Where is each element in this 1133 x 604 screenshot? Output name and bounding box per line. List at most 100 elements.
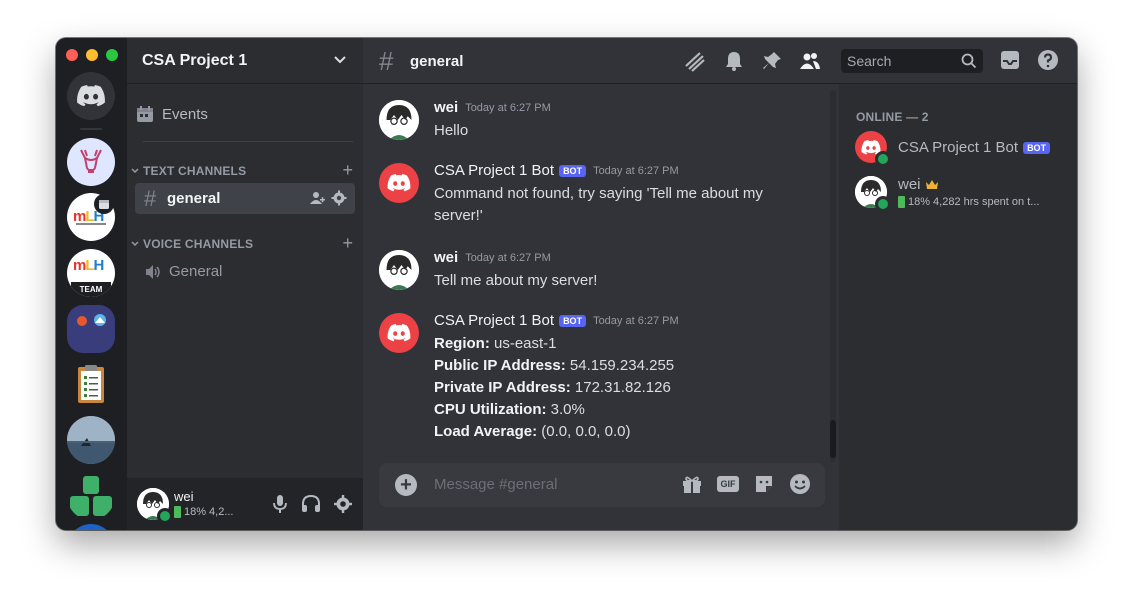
discord-logo-icon: [387, 174, 411, 192]
server-art[interactable]: [67, 305, 115, 353]
message-header: CSA Project 1 Bot BOT Today at 6:27 PM: [434, 312, 679, 329]
server-field-region: Region: us-east-1: [434, 333, 794, 355]
calendar-icon: [137, 106, 153, 122]
threads-icon[interactable]: [683, 50, 707, 72]
channel-general-text[interactable]: # general: [135, 183, 355, 214]
category-text-channels[interactable]: TEXT CHANNELS +: [131, 161, 353, 179]
message-author[interactable]: CSA Project 1 Bot: [434, 162, 554, 179]
avatar[interactable]: [379, 163, 419, 203]
server-field-load: Load Average: (0.0, 0.0, 0.0): [434, 421, 794, 443]
online-status-dot: [157, 508, 173, 524]
member-group-heading: ONLINE — 2: [856, 110, 929, 124]
minimize-window-button[interactable]: [86, 49, 98, 61]
server-partial[interactable]: [67, 524, 115, 530]
green-logo-icon: [70, 476, 112, 516]
scrollbar-thumb[interactable]: [830, 420, 836, 458]
field-value: (0.0, 0.0, 0.0): [537, 423, 631, 440]
message-content: Region: us-east-1 Public IP Address: 54.…: [434, 333, 794, 443]
member-name-row: wei: [898, 176, 939, 193]
field-key: Load Average:: [434, 423, 538, 440]
inbox-icon[interactable]: [999, 49, 1021, 71]
speaker-icon: [146, 264, 160, 279]
chat-scrollbar[interactable]: [830, 90, 836, 462]
gear-icon[interactable]: [331, 190, 347, 206]
crown-icon: [925, 180, 938, 189]
user-name: wei: [174, 489, 194, 504]
server-photo[interactable]: [67, 416, 115, 464]
art-icon: [77, 314, 106, 326]
message-input[interactable]: Message #general: [434, 476, 557, 493]
search-icon: [961, 53, 977, 69]
message-author[interactable]: wei: [434, 99, 458, 116]
avatar[interactable]: [379, 100, 419, 140]
member-item[interactable]: CSA Project 1 Bot BOT: [855, 131, 1070, 167]
emoji-icon[interactable]: [789, 473, 811, 495]
message-author[interactable]: wei: [434, 249, 458, 266]
avatar[interactable]: [379, 313, 419, 353]
user-controls: [271, 494, 353, 514]
event-badge-icon: [94, 194, 114, 214]
field-key: Public IP Address:: [434, 357, 566, 374]
category-voice-channels[interactable]: VOICE CHANNELS +: [131, 234, 353, 252]
home-button[interactable]: [67, 72, 115, 120]
channel-general-voice[interactable]: General: [135, 256, 355, 287]
message-content: Tell me about my server!: [434, 272, 598, 289]
message-header: wei Today at 6:27 PM: [434, 99, 551, 116]
field-key: CPU Utilization:: [434, 401, 547, 418]
member-status-percent: 18%: [908, 196, 931, 208]
header-actions: [683, 50, 821, 72]
pin-icon[interactable]: [761, 50, 783, 72]
hash-icon: #: [144, 185, 157, 211]
clipboard-icon: [78, 365, 104, 403]
avatar[interactable]: [379, 250, 419, 290]
message-composer[interactable]: + Message #general GIF: [379, 463, 825, 507]
zoom-window-button[interactable]: [106, 49, 118, 61]
bot-tag: BOT: [559, 314, 587, 327]
field-key: Region:: [434, 335, 490, 352]
sidebar-divider: [143, 141, 353, 142]
events-label: Events: [162, 105, 208, 123]
message-author[interactable]: CSA Project 1 Bot: [434, 312, 554, 329]
headphones-icon[interactable]: [301, 494, 321, 514]
microphone-icon[interactable]: [271, 494, 289, 514]
message-content: Command not found, try saying 'Tell me a…: [434, 185, 763, 224]
online-status-dot: [875, 151, 891, 167]
user-status-extra: 4,2...: [209, 506, 234, 518]
chat-header: # general Search: [363, 38, 1077, 84]
server-field-cpu: CPU Utilization: 3.0%: [434, 399, 794, 421]
bell-icon[interactable]: [723, 50, 745, 72]
channel-name: General: [169, 263, 223, 280]
guild-header[interactable]: CSA Project 1: [127, 38, 363, 84]
photo-icon: [67, 416, 115, 464]
server-green[interactable]: [67, 472, 115, 520]
rail-separator: [80, 128, 102, 130]
close-window-button[interactable]: [66, 49, 78, 61]
server-rail: mLH mLH TEAM: [56, 38, 127, 530]
channel-tools: [309, 190, 347, 206]
server-field-private-ip: Private IP Address: 172.31.82.126: [434, 377, 794, 399]
server-clipboard[interactable]: [67, 361, 115, 409]
sticker-icon[interactable]: [753, 473, 775, 495]
window-controls: [66, 49, 118, 61]
help-icon[interactable]: [1037, 49, 1059, 71]
gif-button[interactable]: GIF: [717, 476, 739, 492]
attach-plus-icon[interactable]: +: [395, 474, 417, 496]
events-item[interactable]: Events: [136, 102, 354, 126]
field-value: 54.159.234.255: [565, 357, 675, 374]
server-mlh-team[interactable]: mLH TEAM: [67, 249, 115, 297]
member-list-icon[interactable]: [799, 50, 821, 72]
gift-icon[interactable]: [681, 473, 703, 495]
mlh-team-logo-icon: mLH: [73, 257, 104, 274]
search-placeholder: Search: [847, 53, 892, 69]
server-deer[interactable]: [67, 138, 115, 186]
message-timestamp: Today at 6:27 PM: [593, 314, 679, 327]
create-channel-plus-icon[interactable]: +: [342, 234, 353, 252]
channel-name: general: [167, 190, 221, 207]
search-input[interactable]: Search: [841, 49, 983, 73]
deer-icon: [80, 149, 102, 173]
invite-member-icon[interactable]: [309, 190, 325, 206]
user-settings-gear-icon[interactable]: [333, 494, 353, 514]
create-channel-plus-icon[interactable]: +: [342, 161, 353, 179]
member-item[interactable]: wei 18% 4,282 hrs spent on t...: [855, 176, 1070, 212]
guild-name: CSA Project 1: [142, 52, 248, 69]
